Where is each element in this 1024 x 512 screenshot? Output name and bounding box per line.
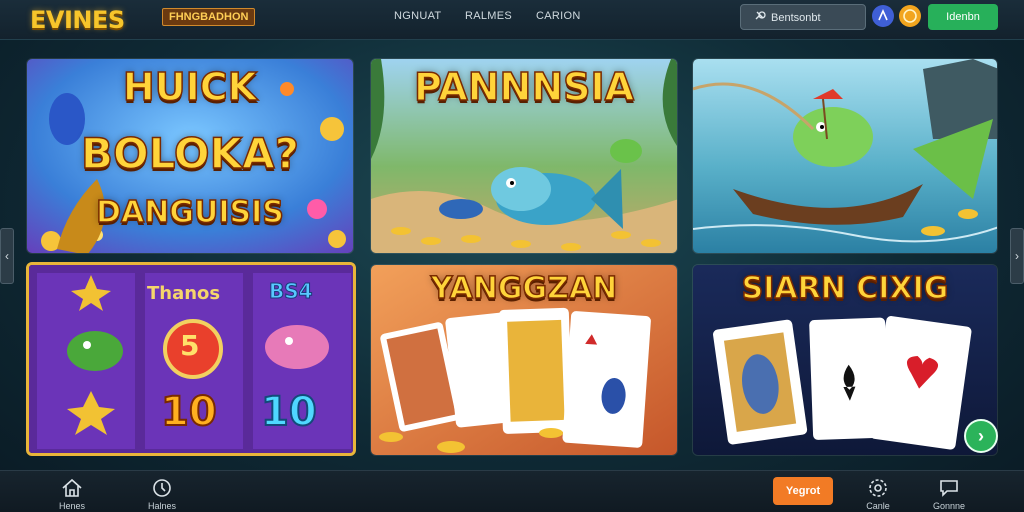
slot-number-mid: 5	[180, 329, 200, 362]
bottom-bar: Henes Halnes Canle Gonnne	[0, 470, 1024, 512]
login-button[interactable]: Idenbn	[928, 4, 998, 30]
settings-icon	[869, 479, 887, 497]
nav-item-1[interactable]: NGNUAT	[394, 10, 441, 22]
game-card-2[interactable]: PANNNSIA	[370, 58, 678, 254]
bottom-nav-settings[interactable]: Canle	[858, 477, 898, 511]
card-1-title-line-3: DANGUISIS	[95, 194, 284, 231]
promo-badge[interactable]: FHNGBADHON	[162, 8, 256, 26]
clock-icon	[153, 479, 171, 497]
slot-number-left: 10	[160, 388, 218, 436]
game-card-4[interactable]: Thanos BS4 5 10 10	[26, 262, 356, 456]
report-button[interactable]: Yegrot	[773, 477, 833, 505]
slot-label-left: Thanos	[147, 283, 221, 304]
game-card-3[interactable]	[692, 58, 998, 254]
home-icon	[62, 478, 82, 497]
user-icon[interactable]	[872, 5, 894, 27]
card-1-title-line-1: HUICK	[122, 64, 258, 110]
bottom-nav-settings-label: Canle	[866, 501, 890, 511]
bottom-nav-home-label: Henes	[58, 501, 85, 511]
card-2-title: PANNNSIA	[413, 64, 635, 110]
search-box[interactable]	[740, 4, 866, 30]
search-icon	[755, 11, 766, 20]
bottom-nav-chat-label: Gonnne	[932, 501, 966, 511]
bottom-nav-history-label: Halnes	[147, 501, 176, 511]
bottom-nav-home[interactable]: Henes	[52, 477, 92, 511]
slot-label-right: BS4	[269, 279, 314, 304]
coin-icon[interactable]	[899, 5, 921, 27]
prev-arrow-button[interactable]: ‹	[0, 228, 14, 284]
game-card-6[interactable]: SIARN CIXIG	[692, 264, 998, 456]
site-logo[interactable]: EVINES	[30, 6, 125, 34]
next-arrow-side-button[interactable]: ›	[1010, 228, 1024, 284]
card-5-title: YANGGZAN	[430, 270, 618, 307]
bottom-nav-chat[interactable]: Gonnne	[929, 477, 969, 511]
nav-item-3[interactable]: CARION	[536, 10, 581, 22]
search-input[interactable]	[771, 9, 861, 26]
slot-number-right: 10	[260, 388, 318, 436]
game-card-1[interactable]: HUICK BOLOKA? DANGUISIS	[26, 58, 354, 254]
top-bar: EVINES FHNGBADHON NGNUAT RALMES CARION I…	[0, 0, 1024, 40]
card-3-art	[693, 59, 997, 253]
card-1-title-line-2: BOLOKA?	[80, 128, 300, 179]
next-page-button[interactable]: ›	[964, 419, 998, 453]
game-card-5[interactable]: YANGGZAN	[370, 264, 678, 456]
nav-item-2[interactable]: RALMES	[465, 10, 512, 22]
bottom-nav-history[interactable]: Halnes	[142, 477, 182, 511]
chat-icon	[940, 480, 958, 497]
card-6-title: SIARN CIXIG	[741, 270, 949, 307]
